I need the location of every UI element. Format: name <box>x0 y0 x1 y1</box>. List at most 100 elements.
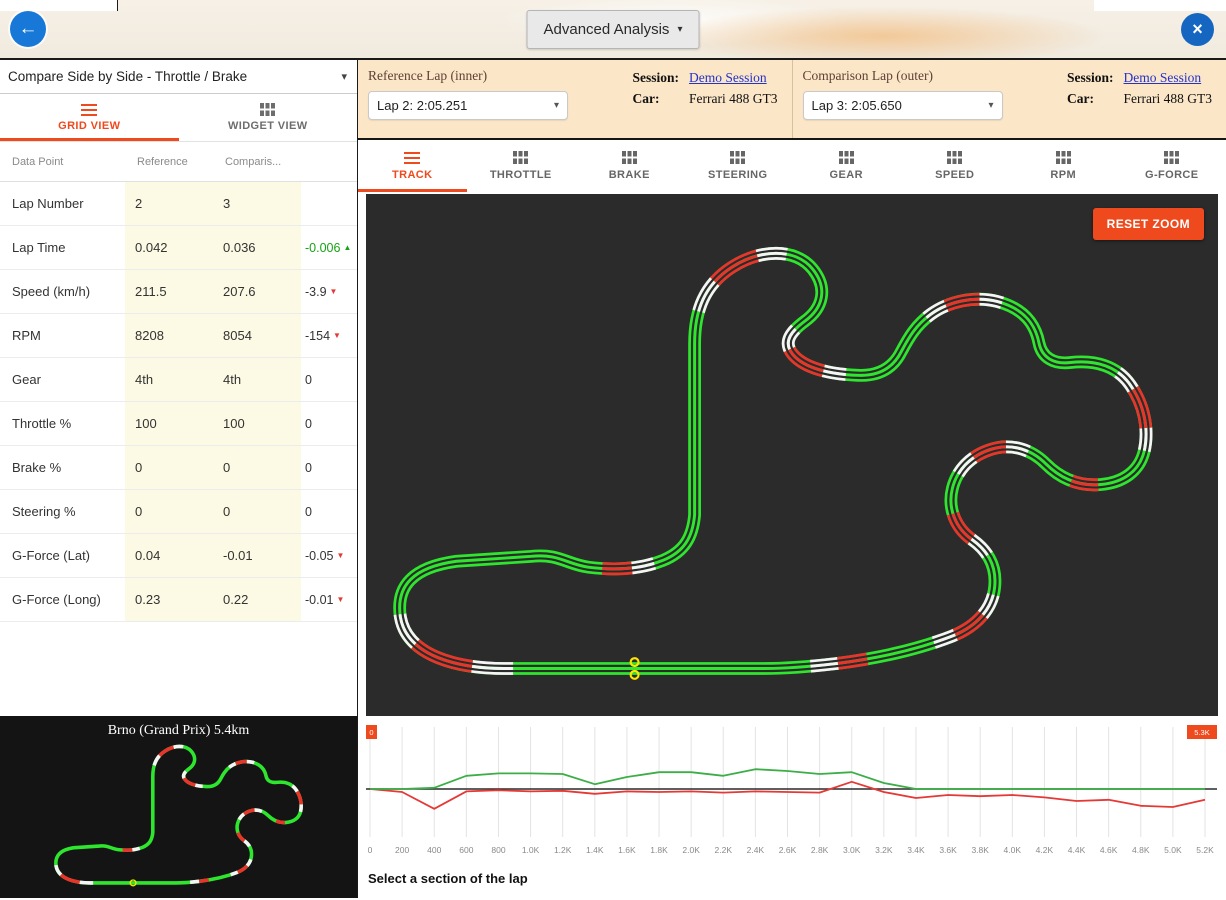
reference-value: 8208 <box>125 314 213 357</box>
col-header-delta <box>301 142 357 181</box>
comparison-value: 0 <box>213 446 301 489</box>
table-row: G-Force (Long) 0.23 0.22 -0.01▼ <box>0 578 357 622</box>
trend-arrow-icon: ▼ <box>333 331 341 340</box>
tab-label: THROTTLE <box>490 169 552 181</box>
comparison-table: Data Point Reference Comparis... Lap Num… <box>0 142 357 716</box>
close-button[interactable]: × <box>1181 13 1214 46</box>
svg-text:3.8K: 3.8K <box>971 845 989 855</box>
grid-icon <box>622 151 637 164</box>
tab-grid-view[interactable]: GRID VIEW <box>0 94 179 141</box>
page-title: Advanced Analysis <box>544 21 670 38</box>
reference-value: 0 <box>125 490 213 533</box>
delta-cell: 0 <box>301 490 357 533</box>
tab-steering[interactable]: STEERING <box>684 140 793 192</box>
reference-value: 0.23 <box>125 578 213 621</box>
svg-text:2.2K: 2.2K <box>715 845 733 855</box>
comparison-lap-label: Comparison Lap (outer) <box>803 68 1003 84</box>
reference-value: 100 <box>125 402 213 445</box>
table-row: Throttle % 100 100 0 <box>0 402 357 446</box>
svg-text:4.8K: 4.8K <box>1132 845 1150 855</box>
row-label: Steering % <box>0 490 125 533</box>
table-row: G-Force (Lat) 0.04 -0.01 -0.05▼ <box>0 534 357 578</box>
col-header-data-point: Data Point <box>0 142 125 181</box>
comparison-value: 0 <box>213 490 301 533</box>
trend-arrow-icon: ▲ <box>343 243 351 252</box>
tab-track[interactable]: TRACK <box>358 140 467 192</box>
reference-value: 4th <box>125 358 213 401</box>
lap-delta-chart[interactable]: 02004006008001.0K1.2K1.4K1.6K1.8K2.0K2.2… <box>366 725 1217 867</box>
status-strip-left <box>0 0 118 11</box>
menu-icon <box>404 152 420 164</box>
svg-text:600: 600 <box>459 845 473 855</box>
tab-brake[interactable]: BRAKE <box>575 140 684 192</box>
svg-text:4.0K: 4.0K <box>1004 845 1022 855</box>
track-title: Brno (Grand Prix) 5.4km <box>108 723 250 739</box>
compare-mode-select[interactable]: Compare Side by Side - Throttle / Brake … <box>0 60 357 94</box>
tab-gear[interactable]: GEAR <box>792 140 901 192</box>
svg-text:3.2K: 3.2K <box>875 845 893 855</box>
svg-text:2.4K: 2.4K <box>747 845 765 855</box>
tab-gforce[interactable]: G-FORCE <box>1118 140 1226 192</box>
table-row: Lap Number 2 3 <box>0 182 357 226</box>
track-map[interactable] <box>366 194 1218 716</box>
svg-text:1.6K: 1.6K <box>618 845 636 855</box>
row-label: G-Force (Long) <box>0 578 125 621</box>
close-icon: × <box>1192 19 1203 40</box>
comparison-value: 0.036 <box>213 226 301 269</box>
tab-speed[interactable]: SPEED <box>901 140 1010 192</box>
track-map-view[interactable]: RESET ZOOM <box>366 194 1218 716</box>
svg-text:4.2K: 4.2K <box>1036 845 1054 855</box>
session-link[interactable]: Demo Session <box>689 70 777 86</box>
grid-icon <box>1056 151 1071 164</box>
channel-tabs: TRACK THROTTLE BRAKE STEERING GEAR SPEED <box>358 140 1226 192</box>
delta-cell: 0 <box>301 358 357 401</box>
comparison-value: 3 <box>213 182 301 225</box>
menu-icon <box>81 104 97 116</box>
grid-icon <box>513 151 528 164</box>
grid-icon <box>730 151 745 164</box>
comparison-lap-select[interactable]: Lap 3: 2:05.650 ▾ <box>803 91 1003 120</box>
car-label: Car: <box>1067 91 1114 107</box>
tab-label: RPM <box>1050 169 1076 181</box>
svg-text:1.2K: 1.2K <box>554 845 572 855</box>
col-header-comparison: Comparis... <box>213 142 301 181</box>
tab-label: WIDGET VIEW <box>228 120 308 132</box>
comparison-value: 100 <box>213 402 301 445</box>
svg-text:400: 400 <box>427 845 441 855</box>
svg-text:2.8K: 2.8K <box>811 845 829 855</box>
reset-zoom-button[interactable]: RESET ZOOM <box>1093 208 1204 240</box>
tab-rpm[interactable]: RPM <box>1009 140 1118 192</box>
comparison-value: 8054 <box>213 314 301 357</box>
lap-section-chart-area: 02004006008001.0K1.2K1.4K1.6K1.8K2.0K2.2… <box>358 716 1226 898</box>
reference-value: 0.04 <box>125 534 213 577</box>
trend-arrow-icon: ▼ <box>337 551 345 560</box>
tab-widget-view[interactable]: WIDGET VIEW <box>179 94 358 141</box>
reference-lap-section: Reference Lap (inner) Lap 2: 2:05.251 ▾ … <box>358 60 792 138</box>
svg-text:2.0K: 2.0K <box>682 845 700 855</box>
session-label: Session: <box>633 70 680 86</box>
track-thumbnail-map <box>14 739 344 891</box>
row-label: Brake % <box>0 446 125 489</box>
table-row: Steering % 0 0 0 <box>0 490 357 534</box>
table-row: Brake % 0 0 0 <box>0 446 357 490</box>
chevron-down-icon: ▾ <box>988 100 993 111</box>
session-link[interactable]: Demo Session <box>1124 70 1212 86</box>
svg-text:3.6K: 3.6K <box>939 845 957 855</box>
grid-icon <box>260 103 275 116</box>
car-label: Car: <box>633 91 680 107</box>
analysis-mode-dropdown[interactable]: Advanced Analysis ▾ <box>527 10 700 49</box>
reference-value: 2 <box>125 182 213 225</box>
comparison-lap-section: Comparison Lap (outer) Lap 3: 2:05.650 ▾… <box>792 60 1226 138</box>
svg-text:1.0K: 1.0K <box>522 845 540 855</box>
analysis-panel: Reference Lap (inner) Lap 2: 2:05.251 ▾ … <box>358 60 1226 898</box>
top-bar: ← Advanced Analysis ▾ × <box>0 0 1226 60</box>
tab-throttle[interactable]: THROTTLE <box>467 140 576 192</box>
delta-cell: -3.9▼ <box>301 270 357 313</box>
tab-label: BRAKE <box>609 169 650 181</box>
chevron-down-icon: ▾ <box>554 100 559 111</box>
back-button[interactable]: ← <box>10 11 46 47</box>
reference-lap-select[interactable]: Lap 2: 2:05.251 ▾ <box>368 91 568 120</box>
trend-arrow-icon: ▼ <box>330 287 338 296</box>
car-value: Ferrari 488 GT3 <box>1124 91 1212 107</box>
row-label: Lap Time <box>0 226 125 269</box>
